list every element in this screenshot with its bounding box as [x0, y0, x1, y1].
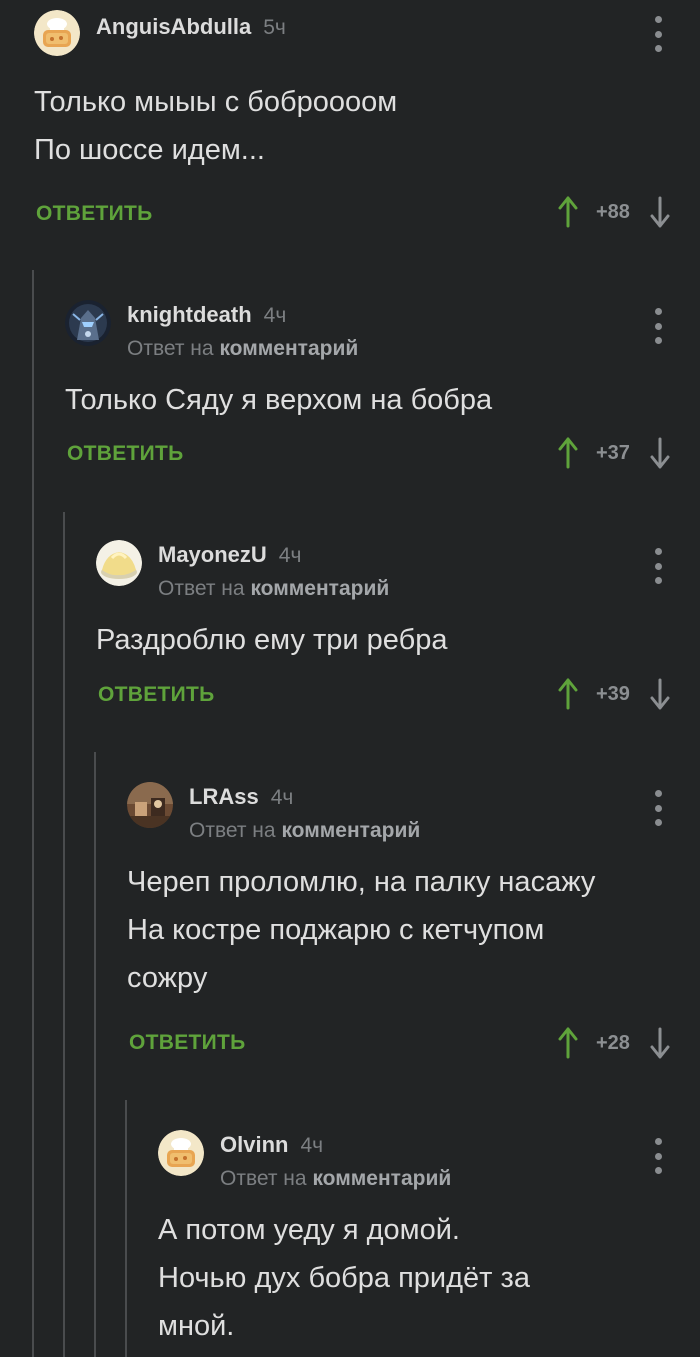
comment-thread: AnguisAbdulla 5ч Только мыыы с боброооом …: [0, 0, 700, 1357]
comment-time: 4ч: [278, 544, 302, 567]
comment-author[interactable]: LRAss 4ч: [189, 784, 293, 810]
comment-author[interactable]: Olvinn 4ч: [220, 1132, 323, 1158]
reply-to-prefix: Ответ на: [127, 337, 214, 360]
comment-author[interactable]: MayonezU 4ч: [158, 542, 301, 568]
reply-to-line: Ответ на комментарий: [158, 577, 389, 601]
parent-comment-link[interactable]: комментарий: [281, 819, 420, 842]
vote-controls: +28: [558, 1025, 670, 1061]
chef-bread-avatar-icon[interactable]: [158, 1130, 204, 1176]
parent-comment-link[interactable]: комментарий: [312, 1167, 451, 1190]
thread-line-level-3: [94, 752, 96, 1357]
knight-avatar-icon[interactable]: [65, 300, 111, 346]
comment-text: Раздроблю ему три ребра: [96, 624, 448, 656]
author-name[interactable]: knightdeath: [127, 302, 252, 327]
comment-menu-icon[interactable]: [646, 790, 670, 826]
downvote-arrow-icon[interactable]: [650, 1027, 670, 1059]
downvote-arrow-icon[interactable]: [650, 196, 670, 228]
comment-score: +28: [596, 1031, 630, 1054]
comment-time: 4ч: [263, 304, 287, 327]
vote-controls: +88: [558, 194, 670, 230]
comment-text: Только Сяду я верхом на бобра: [65, 384, 493, 416]
comment-score: +88: [596, 200, 630, 223]
downvote-arrow-icon[interactable]: [650, 437, 670, 469]
chef-bread-avatar-icon[interactable]: [34, 10, 80, 56]
mayonnaise-avatar-icon[interactable]: [96, 540, 142, 586]
comment-score: +37: [596, 441, 630, 464]
reply-to-prefix: Ответ на: [189, 819, 276, 842]
comment-text: Только мыыы с боброооом По шоссе идем...: [34, 86, 398, 166]
photo-avatar-icon[interactable]: [127, 782, 173, 828]
reply-to-line: Ответ на комментарий: [220, 1167, 451, 1191]
parent-comment-link[interactable]: комментарий: [219, 337, 358, 360]
parent-comment-link[interactable]: комментарий: [250, 577, 389, 600]
downvote-arrow-icon[interactable]: [650, 678, 670, 710]
comment-menu-icon[interactable]: [646, 308, 670, 344]
comment-menu-icon[interactable]: [646, 1138, 670, 1174]
comment-author[interactable]: AnguisAbdulla 5ч: [96, 14, 286, 40]
vote-controls: +39: [558, 676, 670, 712]
reply-button[interactable]: ОТВЕТИТЬ: [67, 442, 184, 466]
comment-score: +39: [596, 682, 630, 705]
reply-button[interactable]: ОТВЕТИТЬ: [98, 683, 215, 707]
reply-button[interactable]: ОТВЕТИТЬ: [129, 1031, 246, 1055]
comment-time: 5ч: [263, 16, 286, 39]
author-name[interactable]: LRAss: [189, 784, 259, 809]
thread-line-level-4: [125, 1100, 127, 1357]
upvote-arrow-icon[interactable]: [558, 1027, 578, 1059]
upvote-arrow-icon[interactable]: [558, 678, 578, 710]
reply-to-prefix: Ответ на: [220, 1167, 307, 1190]
reply-to-line: Ответ на комментарий: [189, 819, 420, 843]
upvote-arrow-icon[interactable]: [558, 196, 578, 228]
reply-to-line: Ответ на комментарий: [127, 337, 358, 361]
comment-text: А потом уеду я домой. Ночью дух бобра пр…: [158, 1214, 530, 1342]
author-name[interactable]: Olvinn: [220, 1132, 288, 1157]
thread-line-level-2: [63, 512, 65, 1357]
comment-author[interactable]: knightdeath 4ч: [127, 302, 286, 328]
comment-text: Череп проломлю, на палку насажу На костр…: [127, 866, 596, 994]
author-name[interactable]: AnguisAbdulla: [96, 14, 251, 39]
comment-time: 4ч: [300, 1134, 324, 1157]
thread-line-level-1: [32, 270, 34, 1357]
upvote-arrow-icon[interactable]: [558, 437, 578, 469]
comment-menu-icon[interactable]: [646, 548, 670, 584]
comment-menu-icon[interactable]: [646, 16, 670, 52]
comment-time: 4ч: [270, 786, 294, 809]
vote-controls: +37: [558, 435, 670, 471]
reply-to-prefix: Ответ на: [158, 577, 245, 600]
author-name[interactable]: MayonezU: [158, 542, 267, 567]
reply-button[interactable]: ОТВЕТИТЬ: [36, 202, 153, 226]
